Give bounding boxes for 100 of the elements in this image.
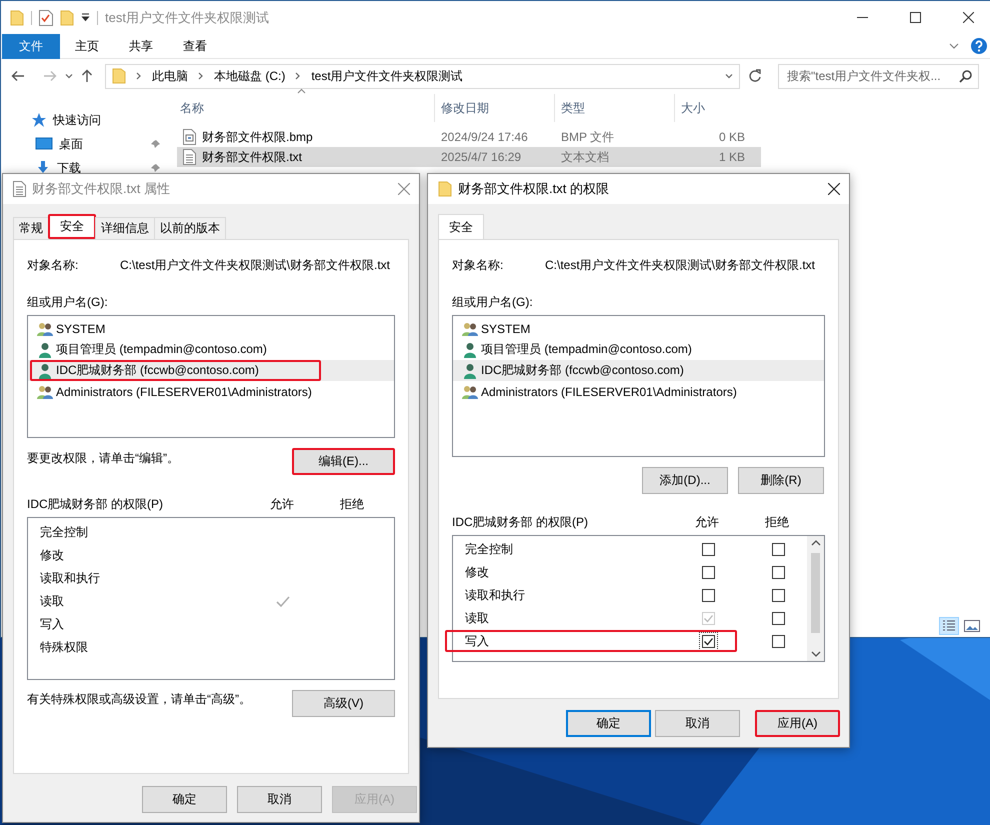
object-path: C:\test用户文件文件夹权限测试\财务部文件权限.txt: [120, 256, 390, 274]
user-item[interactable]: 项目管理员 (tempadmin@contoso.com): [28, 339, 394, 360]
group-icon: [36, 384, 54, 400]
dialog-title: 财务部文件权限.txt 的权限: [458, 180, 610, 198]
dialog-button[interactable]: 确定: [142, 786, 227, 813]
checkbox[interactable]: [702, 635, 714, 648]
properties-icon[interactable]: [39, 10, 53, 26]
file-date: 2024/9/24 17:46: [440, 130, 529, 144]
file-row[interactable]: 财务部文件权限.txt 2025/4/7 16:29 文本文档 1 KB: [177, 147, 761, 167]
ribbon-tab[interactable]: 共享: [114, 34, 168, 58]
ribbon-tab[interactable]: 文件: [2, 34, 60, 58]
permissions-label: IDC肥城财务部 的权限(P): [452, 514, 589, 531]
file-name: 财务部文件权限.txt: [202, 148, 302, 166]
back-icon[interactable]: [11, 70, 25, 82]
user-name: Administrators (FILESERVER01\Administrators): [56, 384, 312, 398]
column-header[interactable]: 名称: [177, 94, 434, 122]
chevron-icon[interactable]: [949, 42, 959, 50]
permission-name: 完全控制: [465, 541, 514, 558]
dialog-tab[interactable]: 以前的版本: [154, 217, 226, 239]
dialog-tab[interactable]: 详细信息: [95, 217, 155, 239]
dialog-tab[interactable]: 常规: [13, 217, 49, 239]
close-icon[interactable]: [962, 12, 974, 23]
column-header[interactable]: 修改日期: [434, 94, 554, 122]
object-name-label: 对象名称:: [452, 256, 504, 274]
deny-header: 拒绝: [764, 514, 790, 531]
desktop-icon: [35, 137, 53, 151]
caret-icon[interactable]: [81, 13, 90, 22]
permission-name: 完全控制: [40, 524, 89, 541]
advanced-button[interactable]: 高级(V): [292, 690, 395, 717]
user-item[interactable]: SYSTEM: [453, 318, 824, 339]
user-name: IDC肥城财务部 (fccwb@contoso.com): [481, 362, 684, 379]
users-label: 组或用户名(G):: [452, 294, 534, 310]
checkbox[interactable]: [772, 635, 784, 648]
thumbnail-view-icon[interactable]: [963, 619, 981, 633]
window-title: test用户文件文件夹权限测试: [105, 8, 270, 26]
user-item[interactable]: Administrators (FILESERVER01\Administrators): [453, 381, 824, 402]
column-header[interactable]: 类型: [554, 94, 674, 122]
group-icon: [36, 320, 54, 336]
edit-button[interactable]: 编辑(E)...: [292, 448, 395, 475]
ribbon-tab[interactable]: 主页: [60, 34, 114, 58]
dialog-button[interactable]: 取消: [237, 786, 322, 813]
search-icon[interactable]: [959, 70, 972, 82]
star-icon: [31, 112, 47, 128]
checkbox[interactable]: [772, 543, 784, 556]
nav-item[interactable]: 下载: [57, 160, 81, 176]
deny-header: 拒绝: [339, 496, 365, 513]
dialog-title: 财务部文件权限.txt 属性: [32, 180, 171, 198]
user-name: Administrators (FILESERVER01\Administrators): [481, 384, 737, 398]
checkbox[interactable]: [772, 566, 784, 579]
nav-item[interactable]: 桌面: [59, 136, 83, 152]
user-item[interactable]: IDC肥城财务部 (fccwb@contoso.com): [28, 360, 394, 381]
file-name: 财务部文件权限.bmp: [202, 128, 313, 146]
group-icon: [461, 320, 479, 336]
breadcrumb-item[interactable]: 本地磁盘 (C:): [214, 68, 286, 84]
group-icon: [461, 384, 479, 400]
list-button[interactable]: 添加(D)...: [642, 467, 728, 494]
object-path: C:\test用户文件文件夹权限测试\财务部文件权限.txt: [545, 256, 816, 274]
user-name: IDC肥城财务部 (fccwb@contoso.com): [56, 362, 259, 379]
maximize-icon[interactable]: [910, 12, 920, 23]
breadcrumb-item[interactable]: test用户文件文件夹权限测试: [311, 68, 463, 84]
checkbox[interactable]: [702, 543, 714, 556]
dialog-tab[interactable]: 安全: [48, 214, 96, 239]
address-bar[interactable]: 此电脑 本地磁盘 (C:) test用户文件文件夹权限测试: [105, 64, 740, 88]
close-icon[interactable]: [828, 183, 840, 195]
search-field[interactable]: 搜索"test用户文件文件夹权...: [778, 64, 979, 88]
checkbox[interactable]: [702, 589, 714, 602]
user-item[interactable]: 项目管理员 (tempadmin@contoso.com): [453, 339, 824, 360]
column-header[interactable]: 大小: [674, 94, 751, 122]
refresh-icon[interactable]: [748, 69, 762, 83]
dialog-button[interactable]: 确定: [566, 710, 651, 737]
chevron-icon: [197, 72, 205, 80]
advanced-hint: 有关特殊权限或高级设置，请单击“高级”。: [27, 691, 251, 708]
dialog-tab[interactable]: 安全: [438, 214, 484, 239]
user-icon: [36, 362, 54, 378]
user-item[interactable]: Administrators (FILESERVER01\Administrators): [28, 381, 394, 402]
checkbox[interactable]: [702, 566, 714, 579]
user-item[interactable]: IDC肥城财务部 (fccwb@contoso.com): [453, 360, 824, 381]
up-icon[interactable]: [81, 69, 93, 83]
recent-locations-icon: [65, 72, 73, 80]
folder-icon: [10, 10, 24, 26]
user-name: SYSTEM: [481, 322, 530, 336]
breadcrumb-item[interactable]: 此电脑: [152, 68, 188, 84]
checkbox[interactable]: [772, 589, 784, 602]
help-icon[interactable]: [971, 38, 987, 54]
permissions-label: IDC肥城财务部 的权限(P): [27, 496, 164, 513]
file-row[interactable]: 财务部文件权限.bmp 2024/9/24 17:46 BMP 文件 0 KB: [177, 127, 761, 147]
nav-item[interactable]: 快速访问: [53, 112, 101, 128]
details-view-icon[interactable]: [939, 617, 959, 635]
list-button[interactable]: 删除(R): [738, 467, 824, 494]
user-item[interactable]: SYSTEM: [28, 318, 394, 339]
user-icon: [36, 342, 54, 358]
folder-icon: [112, 68, 126, 84]
ribbon-tab[interactable]: 查看: [168, 34, 222, 58]
dialog-button[interactable]: 取消: [655, 710, 740, 737]
dropdown-icon: [725, 72, 733, 80]
permission-name: 读取: [40, 593, 65, 610]
checkbox[interactable]: [772, 612, 784, 625]
dialog-button[interactable]: 应用(A): [755, 710, 840, 737]
chevron-icon: [135, 72, 143, 80]
scrollbar[interactable]: [807, 536, 824, 661]
